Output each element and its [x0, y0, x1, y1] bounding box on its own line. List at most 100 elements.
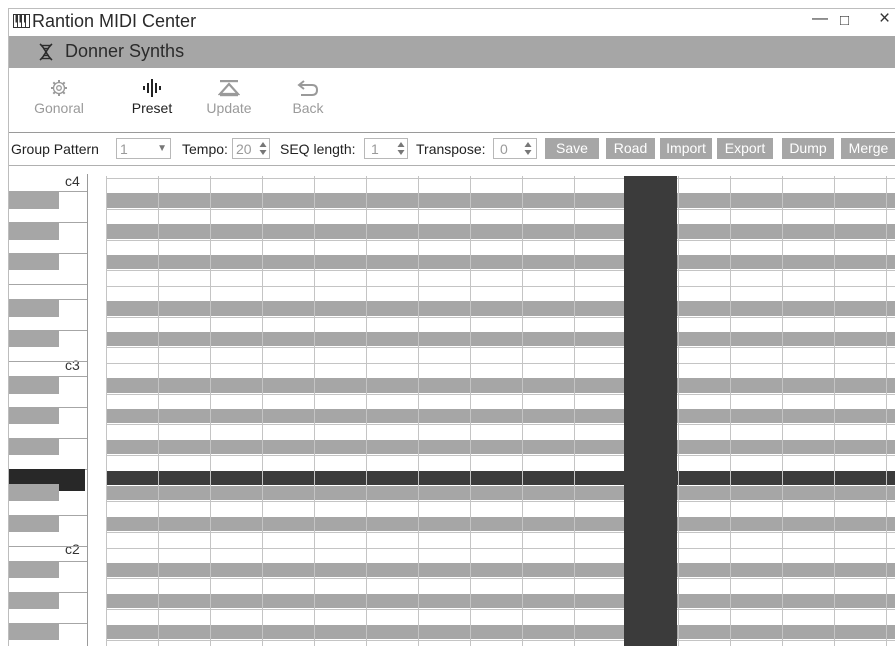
back-button[interactable]: Back — [287, 79, 329, 116]
transpose-value: 0 — [500, 141, 508, 157]
title-bar: Rantion MIDI Center — □ × — [9, 9, 895, 36]
grid-row[interactable] — [106, 424, 895, 440]
grid-row[interactable] — [106, 255, 895, 270]
black-piano-key[interactable] — [9, 484, 59, 502]
grid-row[interactable] — [106, 578, 895, 594]
black-piano-key[interactable] — [9, 407, 59, 425]
grid-row[interactable] — [106, 178, 895, 194]
grid-row[interactable] — [106, 516, 895, 532]
black-piano-key[interactable] — [9, 561, 59, 579]
black-piano-key[interactable] — [9, 437, 59, 456]
grid-row[interactable] — [106, 208, 895, 225]
back-arrow-icon — [297, 80, 319, 96]
group-pattern-select[interactable]: 1 ▼ — [116, 138, 171, 159]
dump-button[interactable]: Dump — [782, 138, 834, 159]
grid-row[interactable] — [106, 486, 895, 501]
piano-keys-icon — [13, 14, 30, 28]
maximize-button[interactable]: □ — [840, 12, 849, 29]
black-piano-key[interactable] — [9, 222, 59, 240]
grid-row[interactable] — [106, 609, 895, 625]
grid-column-line — [678, 176, 679, 646]
grid-gutter — [95, 174, 106, 646]
black-piano-key[interactable] — [9, 622, 59, 640]
save-button[interactable]: Save — [545, 138, 599, 159]
grid-row[interactable] — [106, 285, 895, 302]
playhead-column — [624, 176, 677, 646]
spin-arrows-icon[interactable] — [524, 141, 532, 156]
grid-column-line — [366, 176, 367, 646]
grid-row[interactable] — [106, 470, 895, 485]
grid-row[interactable] — [106, 239, 895, 255]
grid-row[interactable] — [106, 547, 895, 563]
grid-row[interactable] — [106, 301, 895, 316]
black-piano-key[interactable] — [9, 514, 59, 533]
grid-column-line — [834, 176, 835, 646]
black-piano-key[interactable] — [9, 191, 59, 209]
general-label: Gonoral — [34, 100, 84, 116]
grid-column-line — [158, 176, 159, 646]
grid-row[interactable] — [106, 270, 895, 286]
grid-row[interactable] — [106, 563, 895, 578]
grid-row[interactable] — [106, 624, 895, 639]
grid-row[interactable] — [106, 332, 895, 347]
window-title: Rantion MIDI Center — [32, 11, 197, 31]
piano-keyboard[interactable]: c4 c3 c2 — [9, 173, 88, 646]
grid-column-line — [730, 176, 731, 646]
black-piano-key[interactable] — [9, 253, 59, 271]
gear-icon — [51, 80, 67, 96]
tempo-stepper[interactable]: 20 — [232, 138, 270, 159]
grid-row[interactable] — [106, 501, 895, 517]
black-piano-key[interactable] — [9, 299, 59, 317]
general-button[interactable]: Gonoral — [33, 79, 85, 116]
preset-label: Preset — [131, 100, 173, 116]
road-button[interactable]: Road — [606, 138, 655, 159]
chevron-down-icon: ▼ — [157, 143, 167, 154]
seq-length-label: SEQ length: — [280, 141, 356, 157]
upload-icon — [218, 80, 240, 97]
black-piano-key[interactable] — [9, 376, 59, 394]
toolbar: Gonoral Preset Update Back — [9, 68, 895, 132]
back-label: Back — [292, 100, 324, 116]
step-sequencer-grid[interactable] — [106, 176, 895, 646]
grid-row[interactable] — [106, 439, 895, 455]
grid-row[interactable] — [106, 316, 895, 332]
octave-label-c3: c3 — [65, 357, 80, 373]
grid-column-line — [522, 176, 523, 646]
app-window: Rantion MIDI Center — □ × Donner Synths — [8, 8, 895, 646]
import-button[interactable]: Import — [660, 138, 712, 159]
group-pattern-value: 1 — [120, 141, 128, 157]
transpose-stepper[interactable]: 0 — [493, 138, 537, 159]
spin-arrows-icon[interactable] — [397, 141, 405, 156]
update-label: Update — [206, 100, 252, 116]
export-button[interactable]: Export — [717, 138, 773, 159]
grid-column-line — [782, 176, 783, 646]
grid-row[interactable] — [106, 455, 895, 471]
close-button[interactable]: × — [879, 9, 890, 30]
white-key-divider — [9, 360, 87, 362]
merge-button[interactable]: Merge — [841, 138, 895, 159]
grid-row[interactable] — [106, 193, 895, 208]
octave-label-c2: c2 — [65, 541, 80, 557]
grid-row[interactable] — [106, 640, 895, 646]
grid-row[interactable] — [106, 378, 895, 393]
white-key-divider — [9, 283, 87, 285]
grid-row[interactable] — [106, 362, 895, 379]
device-bar: Donner Synths — [9, 36, 895, 68]
tempo-label: Tempo: — [182, 141, 228, 157]
octave-label-c4: c4 — [65, 173, 80, 189]
grid-row[interactable] — [106, 393, 895, 409]
minimize-button[interactable]: — — [812, 10, 828, 28]
grid-row[interactable] — [106, 532, 895, 548]
grid-row[interactable] — [106, 593, 895, 609]
grid-row[interactable] — [106, 409, 895, 424]
update-button[interactable]: Update — [202, 79, 256, 116]
seq-length-stepper[interactable]: 1 — [364, 138, 408, 159]
preset-button[interactable]: Preset — [128, 79, 176, 116]
spin-arrows-icon[interactable] — [259, 141, 267, 156]
grid-row[interactable] — [106, 347, 895, 363]
grid-row[interactable] — [106, 224, 895, 239]
black-piano-key[interactable] — [9, 591, 59, 610]
grid-column-line — [470, 176, 471, 646]
black-piano-key[interactable] — [9, 330, 59, 348]
white-key-divider — [9, 545, 87, 547]
